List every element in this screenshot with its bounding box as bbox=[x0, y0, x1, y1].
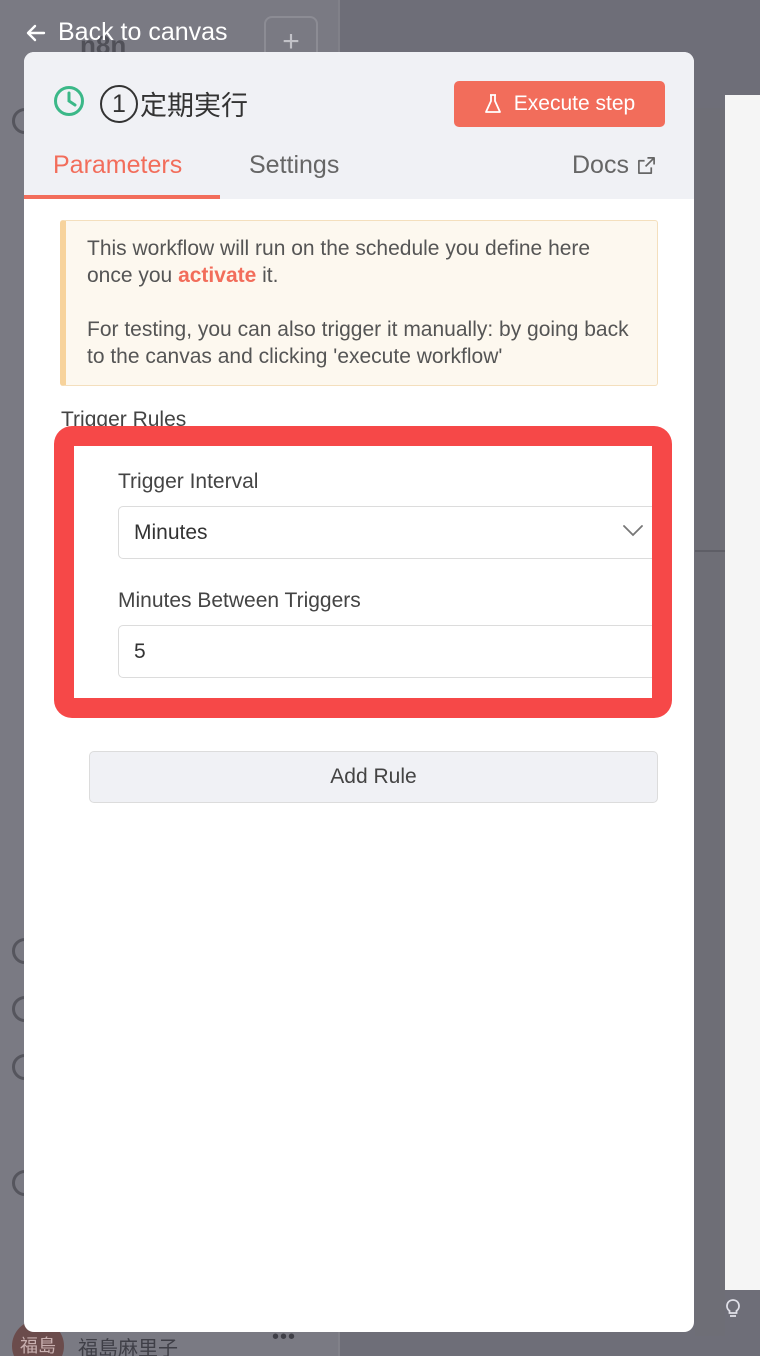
trigger-interval-value: Minutes bbox=[134, 521, 208, 544]
notice-paragraph-2: For testing, you can also trigger it man… bbox=[87, 318, 629, 368]
node-title-text: 定期実行 bbox=[140, 91, 248, 121]
background-right-panel bbox=[725, 95, 760, 1290]
tab-parameters[interactable]: Parameters bbox=[53, 151, 182, 180]
clock-icon bbox=[54, 86, 84, 116]
node-number: 1 bbox=[100, 84, 138, 123]
minutes-between-triggers-input[interactable]: 5 bbox=[118, 625, 652, 678]
execute-step-label: Execute step bbox=[513, 92, 636, 115]
lightbulb-icon bbox=[724, 1298, 742, 1326]
docs-link[interactable]: Docs bbox=[572, 151, 656, 180]
chevron-down-icon bbox=[623, 525, 643, 537]
minutes-between-triggers-label: Minutes Between Triggers bbox=[118, 589, 361, 612]
back-to-canvas-label: Back to canvas bbox=[58, 18, 228, 46]
add-rule-button[interactable]: Add Rule bbox=[89, 751, 658, 803]
background-canvas-strip bbox=[695, 108, 725, 1336]
execute-step-button[interactable]: Execute step bbox=[454, 81, 665, 127]
node-title[interactable]: 1 定期実行 bbox=[100, 84, 248, 123]
back-to-canvas-link[interactable]: Back to canvas bbox=[24, 18, 228, 47]
trigger-interval-select[interactable]: Minutes bbox=[118, 506, 652, 559]
tab-settings[interactable]: Settings bbox=[249, 151, 339, 180]
background-divider bbox=[695, 550, 725, 552]
notice-text: This workflow will run on the schedule y… bbox=[87, 237, 591, 287]
node-settings-modal: 1 定期実行 Execute step Parameters Settings … bbox=[24, 52, 694, 1332]
schedule-notice: This workflow will run on the schedule y… bbox=[60, 220, 658, 386]
activate-link[interactable]: activate bbox=[178, 264, 256, 287]
active-tab-indicator bbox=[24, 195, 220, 199]
notice-text-end: it. bbox=[262, 264, 279, 287]
docs-label: Docs bbox=[572, 151, 629, 179]
external-link-icon bbox=[638, 157, 655, 174]
background-username: 福島麻里子 bbox=[78, 1337, 178, 1356]
trigger-interval-label: Trigger Interval bbox=[118, 470, 259, 493]
notice-paragraph-1: This workflow will run on the schedule y… bbox=[87, 235, 639, 289]
flask-icon bbox=[484, 94, 501, 113]
arrow-left-icon bbox=[26, 24, 46, 41]
